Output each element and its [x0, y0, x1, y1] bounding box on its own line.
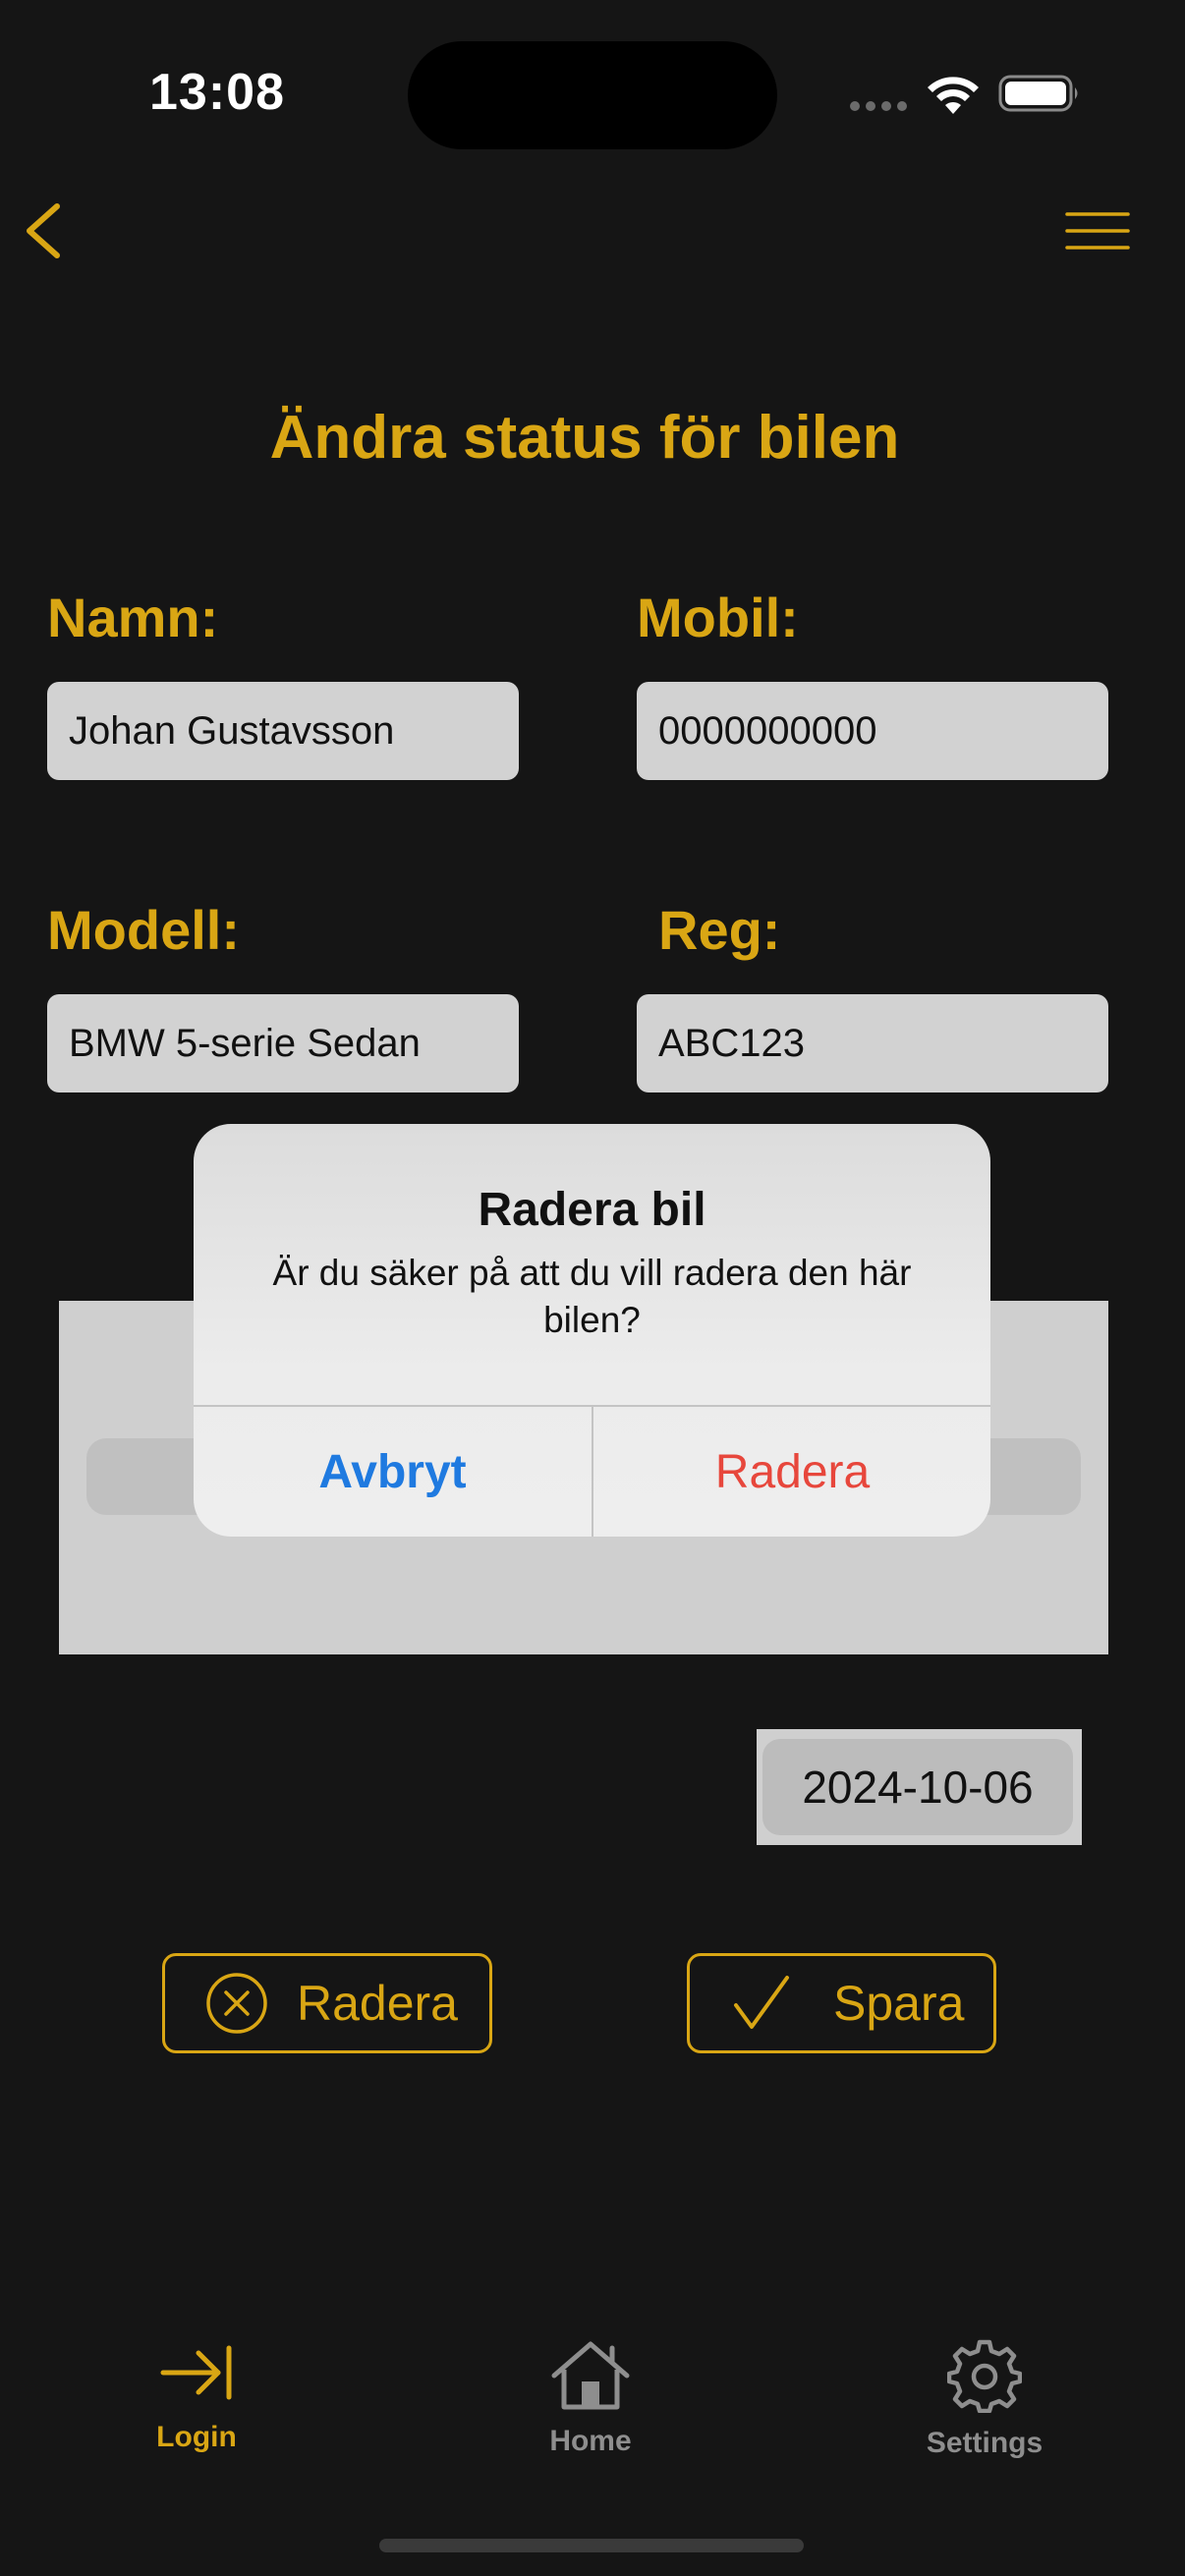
delete-button[interactable]: Radera — [162, 1953, 492, 2053]
cellular-signal-icon — [850, 101, 907, 111]
screen: 13:08 Ändra status för bilen Namn: Johan… — [0, 0, 1185, 2576]
model-field[interactable]: BMW 5-serie Sedan — [47, 994, 519, 1092]
mobile-field[interactable]: 0000000000 — [637, 682, 1108, 780]
hamburger-menu-icon[interactable] — [1063, 208, 1132, 253]
dialog-message: Är du säker på att du vill radera den hä… — [272, 1253, 912, 1340]
back-chevron-icon[interactable] — [18, 196, 77, 265]
home-indicator — [379, 2539, 804, 2552]
tab-settings-label: Settings — [926, 2427, 1044, 2459]
battery-icon — [998, 75, 1078, 112]
date-picker[interactable]: 2024-10-06 — [757, 1729, 1082, 1845]
dialog-cancel-button[interactable]: Avbryt — [194, 1407, 592, 1537]
dialog-delete-button[interactable]: Radera — [593, 1407, 990, 1537]
tab-settings[interactable]: Settings — [867, 2338, 1102, 2495]
close-circle-icon — [202, 1971, 271, 2036]
tab-home[interactable]: Home — [473, 2338, 708, 2495]
tab-home-label: Home — [549, 2425, 632, 2457]
status-time: 13:08 — [149, 64, 285, 121]
dynamic-island — [408, 41, 777, 149]
date-value: 2024-10-06 — [762, 1739, 1073, 1835]
checkmark-icon — [727, 1972, 796, 2035]
tab-login-label: Login — [156, 2421, 237, 2453]
tab-login[interactable]: Login — [79, 2338, 314, 2495]
save-button[interactable]: Spara — [687, 1953, 996, 2053]
reg-label: Reg: — [658, 899, 781, 961]
delete-button-label: Radera — [297, 1976, 458, 2031]
delete-confirm-dialog: Radera bil Är du säker på att du vill ra… — [194, 1124, 990, 1537]
mobile-label: Mobil: — [637, 587, 799, 648]
name-label: Namn: — [47, 587, 219, 648]
login-icon — [160, 2345, 232, 2400]
home-icon — [551, 2341, 630, 2410]
page-title: Ändra status för bilen — [269, 404, 900, 472]
save-button-label: Spara — [833, 1976, 965, 2031]
name-field[interactable]: Johan Gustavsson — [47, 682, 519, 780]
model-label: Modell: — [47, 899, 240, 961]
wifi-icon — [928, 77, 979, 114]
reg-field[interactable]: ABC123 — [637, 994, 1108, 1092]
dialog-title: Radera bil — [478, 1184, 706, 1236]
gear-icon — [947, 2339, 1022, 2413]
